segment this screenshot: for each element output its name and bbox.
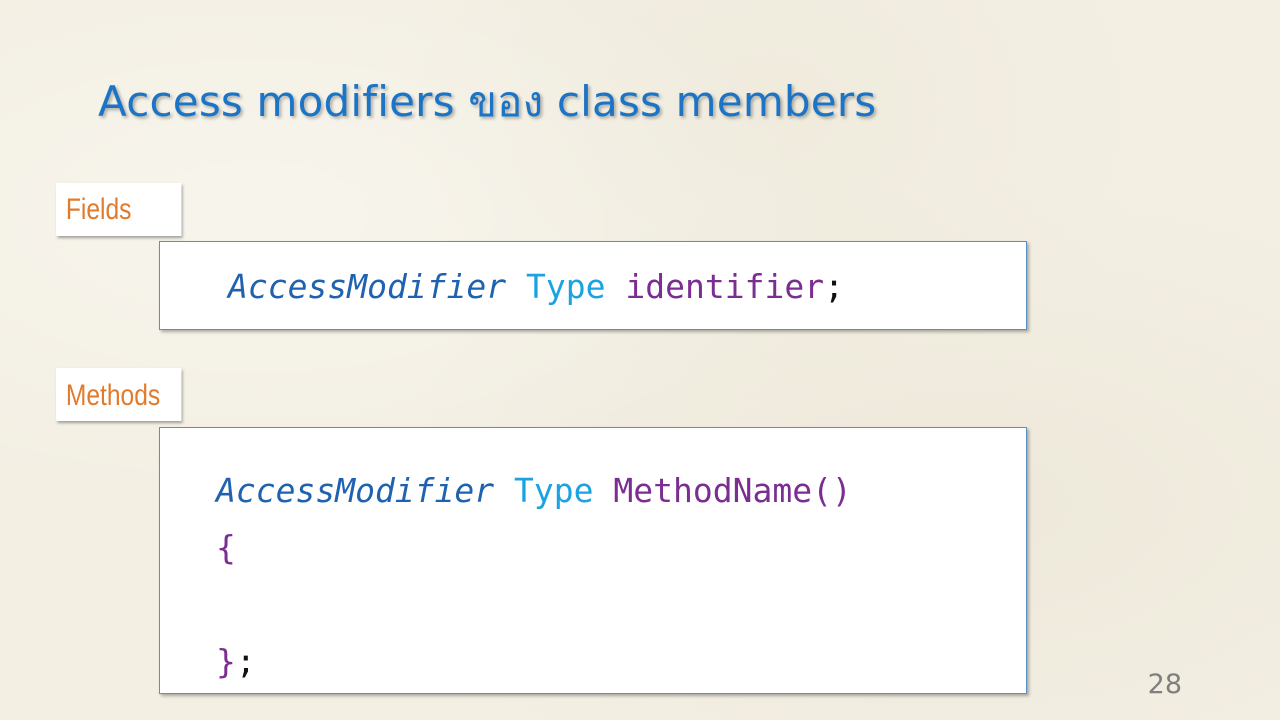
- fields-type: Type: [526, 267, 606, 306]
- slide-title: Access modifiers ของ class members: [98, 77, 877, 126]
- fields-label: Fields: [56, 183, 182, 236]
- methods-label: Methods: [56, 368, 182, 421]
- methods-close-brace-line: };: [216, 633, 1026, 690]
- fields-semicolon: ;: [824, 267, 844, 306]
- methods-semicolon: ;: [235, 642, 256, 681]
- methods-open-brace: {: [216, 528, 236, 567]
- fields-syntax-box: AccessModifier Type identifier;: [159, 241, 1027, 330]
- methods-empty-line: [216, 576, 1026, 633]
- methods-signature-line: AccessModifier Type MethodName(): [216, 462, 1026, 519]
- page-number: 28: [1147, 669, 1182, 700]
- methods-open-brace-line: {: [216, 519, 1026, 576]
- methods-access-modifier: AccessModifier: [216, 471, 495, 510]
- methods-name: MethodName(): [613, 471, 852, 510]
- fields-access-modifier: AccessModifier: [228, 267, 507, 306]
- methods-close-brace: }: [216, 642, 236, 681]
- methods-syntax-box: AccessModifier Type MethodName() {};: [159, 427, 1027, 694]
- fields-identifier: identifier: [625, 267, 825, 306]
- methods-type: Type: [514, 471, 594, 510]
